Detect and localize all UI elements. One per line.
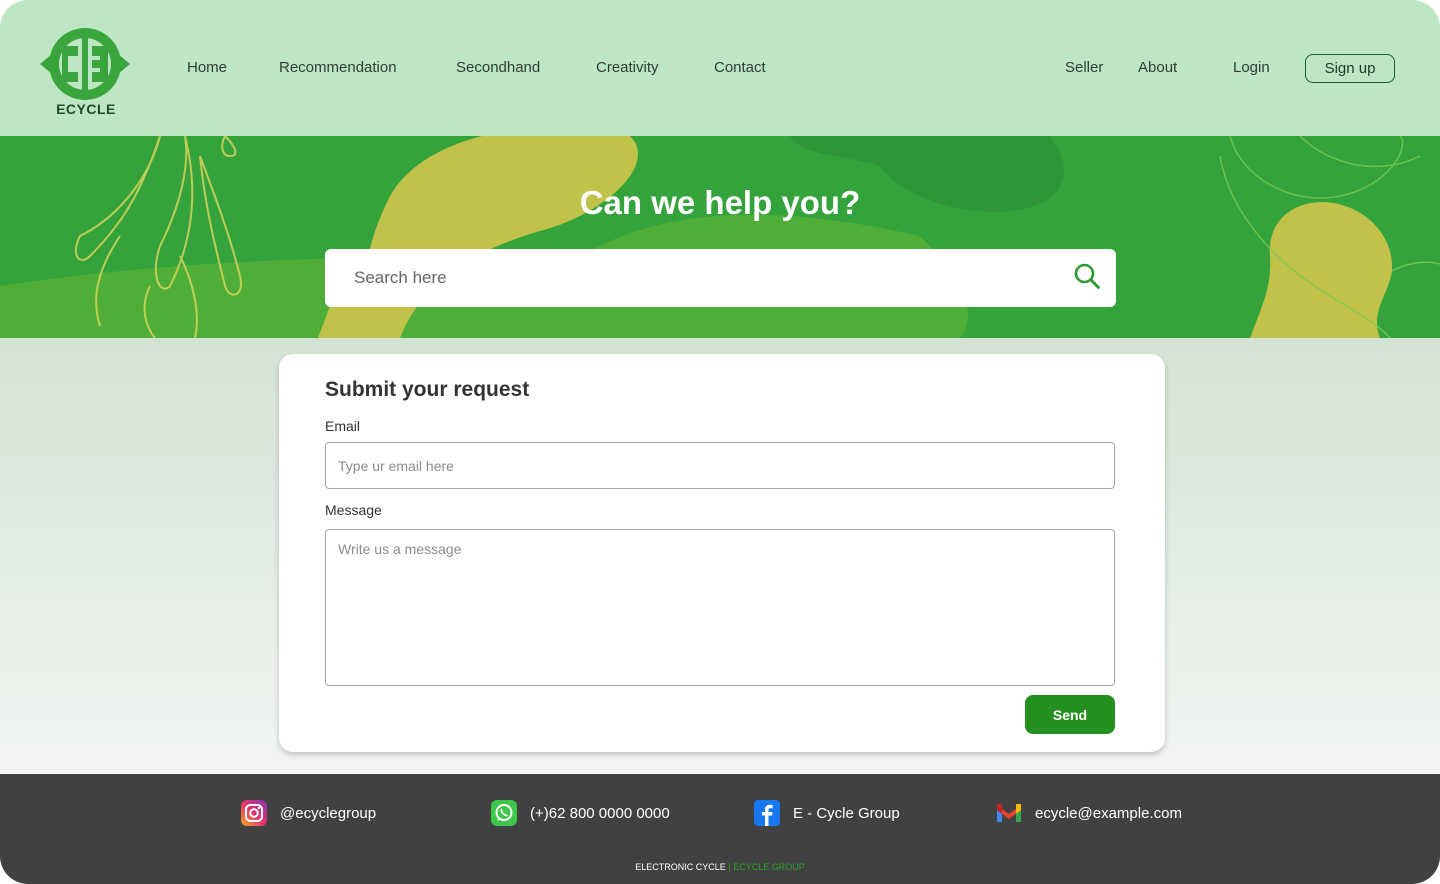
header: ECYCLE Home Recommendation Secondhand Cr…: [0, 0, 1440, 136]
nav-home[interactable]: Home: [187, 59, 227, 76]
copyright-separator: |: [728, 862, 731, 872]
facebook-page: E - Cycle Group: [793, 804, 900, 822]
nav-creativity[interactable]: Creativity: [596, 59, 659, 76]
page-frame: ECYCLE Home Recommendation Secondhand Cr…: [0, 0, 1440, 884]
email-field[interactable]: [325, 442, 1115, 489]
form-title: Submit your request: [325, 378, 530, 401]
nav-seller[interactable]: Seller: [1065, 59, 1103, 76]
nav-contact[interactable]: Contact: [714, 59, 766, 76]
hero-title: Can we help you?: [579, 184, 861, 221]
nav-recommendation[interactable]: Recommendation: [279, 59, 397, 76]
social-whatsapp[interactable]: (+)62 800 0000 0000: [491, 800, 670, 826]
nav-login[interactable]: Login: [1233, 59, 1270, 76]
message-label: Message: [325, 502, 382, 518]
footer: @ecyclegroup (+)62 800 0000 0000 E - Cyc…: [0, 774, 1440, 884]
copyright: ELECTRONIC CYCLE | ECYCLE GROUP: [0, 862, 1440, 872]
instagram-handle: @ecyclegroup: [280, 804, 377, 822]
signup-button[interactable]: Sign up: [1305, 54, 1395, 83]
hero-banner: Can we help you?: [0, 136, 1440, 338]
search-box: [325, 249, 1116, 307]
nav-secondhand[interactable]: Secondhand: [456, 59, 540, 76]
logo-text: ECYCLE: [56, 101, 116, 117]
request-form-card: Submit your request Email Message Send: [279, 354, 1165, 752]
hero-background-decoration: [0, 136, 1440, 338]
nav-about[interactable]: About: [1138, 59, 1177, 76]
email-address: ecycle@example.com: [1035, 804, 1182, 822]
main-content: Submit your request Email Message Send: [0, 338, 1440, 774]
send-button[interactable]: Send: [1025, 695, 1115, 734]
recycle-e-logo-icon: [40, 28, 130, 100]
facebook-icon: [754, 800, 780, 826]
logo[interactable]: ECYCLE: [38, 26, 134, 118]
whatsapp-number: (+)62 800 0000 0000: [530, 804, 670, 822]
search-input[interactable]: [325, 249, 1045, 307]
social-facebook[interactable]: E - Cycle Group: [754, 800, 900, 826]
copyright-left: ELECTRONIC CYCLE: [635, 862, 726, 872]
search-icon[interactable]: [1073, 262, 1101, 290]
social-gmail[interactable]: ecycle@example.com: [996, 800, 1182, 826]
instagram-icon: [241, 800, 267, 826]
email-label: Email: [325, 418, 361, 434]
message-field[interactable]: [325, 529, 1115, 686]
whatsapp-icon: [491, 800, 517, 826]
copyright-right: ECYCLE GROUP: [733, 862, 805, 872]
gmail-icon: [997, 804, 1021, 822]
social-instagram[interactable]: @ecyclegroup: [241, 800, 376, 826]
